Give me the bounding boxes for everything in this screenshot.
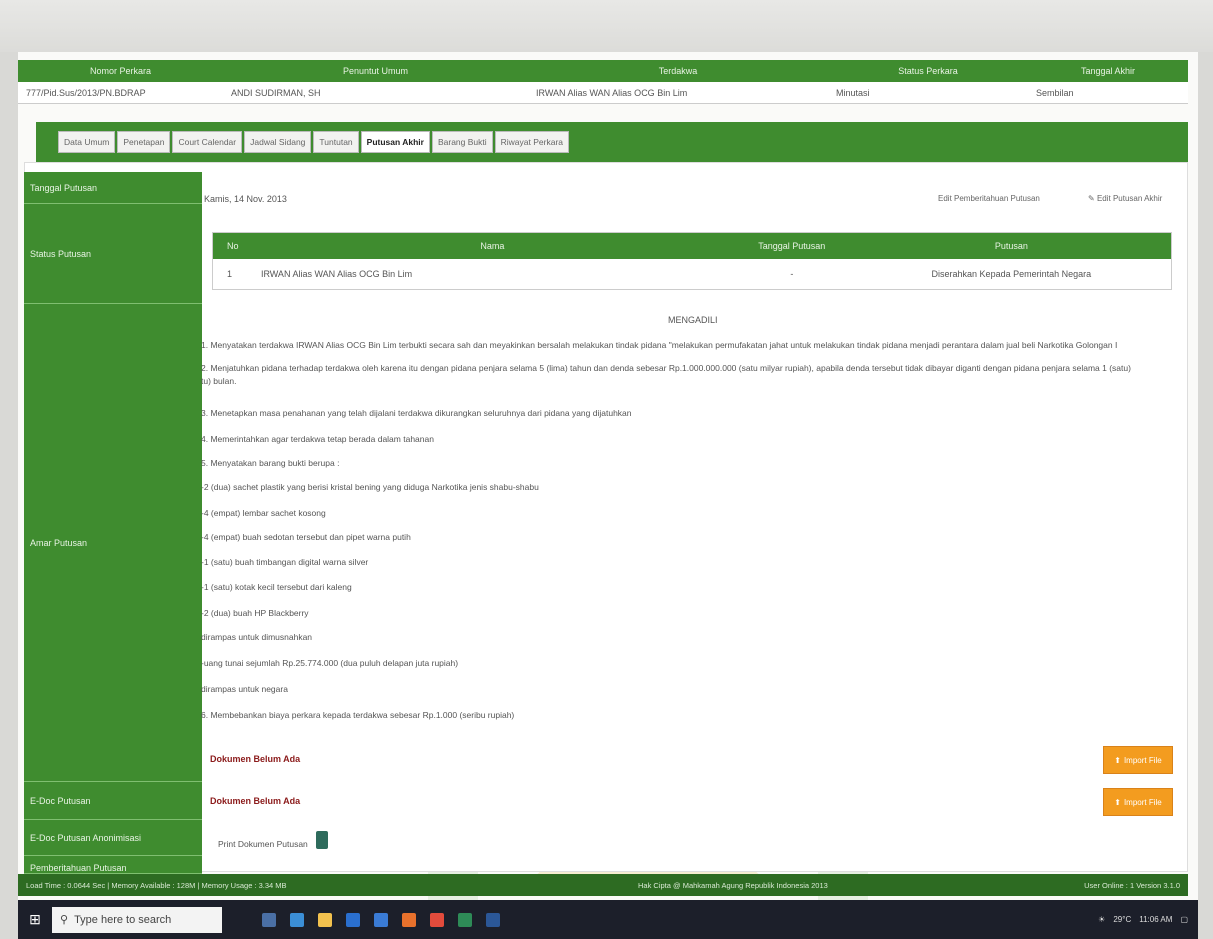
- case-status: Minutasi: [836, 87, 870, 98]
- table-row[interactable]: 1 IRWAN Alias WAN Alias OCG Bin Lim - Di…: [213, 259, 1171, 289]
- footer-version: User Online : 1 Version 3.1.0: [1084, 880, 1180, 890]
- tab-tuntutan[interactable]: Tuntutan: [313, 131, 359, 153]
- amar-line: -2 (dua) sachet plastik yang berisi kris…: [201, 482, 539, 492]
- import-file-button-2[interactable]: ⬆ Import File: [1103, 788, 1173, 816]
- putusan-party-table: No Nama Tanggal Putusan Putusan 1 IRWAN …: [212, 232, 1172, 290]
- prosecutor: ANDI SUDIRMAN, SH: [231, 87, 321, 98]
- label-amar-putusan: Amar Putusan: [24, 304, 202, 782]
- tab-court-calendar[interactable]: Court Calendar: [172, 131, 243, 153]
- tab-penetapan[interactable]: Penetapan: [117, 131, 171, 153]
- tab-jadwal-sidang[interactable]: Jadwal Sidang: [244, 131, 312, 153]
- tab-riwayat-perkara[interactable]: Riwayat Perkara: [494, 131, 569, 153]
- amar-line: 3. Menetapkan masa penahanan yang telah …: [201, 408, 632, 418]
- col-terdakwa: Terdakwa: [658, 66, 698, 76]
- party-table-header: No Nama Tanggal Putusan Putusan: [213, 233, 1171, 259]
- edit-notice-link[interactable]: Edit Pemberitahuan Putusan: [938, 194, 1040, 203]
- tab-bar: Data Umum Penetapan Court Calendar Jadwa…: [36, 122, 1188, 162]
- col-tanggal-akhir: Tanggal Akhir: [1080, 66, 1136, 76]
- case-table-header: Nomor Perkara Penuntut Umum Terdakwa Sta…: [18, 60, 1188, 82]
- amar-line: -1 (satu) buah timbangan digital warna s…: [201, 557, 369, 567]
- th-putusan: Putusan: [994, 241, 1028, 251]
- case-number: 777/Pid.Sus/2013/PN.BDRAP: [26, 87, 146, 98]
- import-file-label: Import File: [1123, 755, 1162, 765]
- windows-taskbar: ⊞ ⚲ Type here to search ☀ 29°C 11:06 AM …: [18, 900, 1198, 939]
- th-nama: Nama: [480, 241, 505, 251]
- edge-icon[interactable]: [290, 912, 304, 927]
- label-status-putusan: Status Putusan: [24, 204, 202, 304]
- field-label-sidebar: Tanggal Putusan Status Putusan Amar Putu…: [24, 172, 202, 888]
- amar-line: tu) bulan.: [201, 376, 237, 386]
- edit-putusan-label: Edit Putusan Akhir: [1096, 194, 1163, 203]
- search-icon: ⚲: [60, 914, 69, 926]
- tab-putusan-akhir[interactable]: Putusan Akhir: [360, 131, 430, 153]
- footer-copyright: Hak Cipta @ Mahkamah Agung Republik Indo…: [638, 880, 828, 890]
- cell-putusan: Diserahkan Kepada Pemerintah Negara: [931, 269, 1092, 279]
- app-screen: Nomor Perkara Penuntut Umum Terdakwa Sta…: [18, 52, 1198, 939]
- import-file-button-1[interactable]: ⬆ Import File: [1103, 746, 1173, 774]
- tab-data-umum[interactable]: Data Umum: [58, 131, 116, 153]
- word-icon[interactable]: [486, 912, 500, 927]
- amar-line: 5. Menyatakan barang bukti berupa :: [201, 458, 340, 468]
- defendant: IRWAN Alias WAN Alias OCG Bin Lim: [536, 87, 688, 98]
- putusan-date: Kamis, 14 Nov. 2013: [204, 194, 287, 204]
- amar-line: 4. Memerintahkan agar terdakwa tetap ber…: [201, 434, 434, 444]
- edit-icon: ✎: [1088, 194, 1095, 203]
- th-no: No: [227, 241, 239, 251]
- task-view-icon[interactable]: [262, 912, 276, 927]
- cell-tanggal: -: [790, 269, 794, 279]
- col-penuntut-umum: Penuntut Umum: [342, 66, 409, 76]
- amar-line: -4 (empat) lembar sachet kosong: [201, 508, 326, 518]
- label-edoc-putusan: E-Doc Putusan: [24, 782, 202, 820]
- amar-line: -1 (satu) kotak kecil tersebut dari kale…: [201, 582, 352, 592]
- system-tray: ☀ 29°C 11:06 AM ▢: [1098, 900, 1188, 939]
- store-icon[interactable]: [346, 912, 360, 927]
- upload-icon: ⬆: [1114, 797, 1121, 807]
- cell-no: 1: [227, 269, 233, 279]
- amar-line: 2. Menjatuhkan pidana terhadap terdakwa …: [201, 363, 1131, 373]
- chrome-icon[interactable]: [430, 912, 444, 927]
- import-file-label: Import File: [1123, 797, 1162, 807]
- clock[interactable]: 11:06 AM: [1139, 915, 1172, 924]
- amar-line: dirampas untuk negara: [201, 684, 288, 694]
- edit-putusan-link[interactable]: ✎ Edit Putusan Akhir: [1088, 194, 1162, 203]
- app-footer: Load Time : 0.0644 Sec | Memory Availabl…: [18, 874, 1188, 896]
- col-nomor-perkara: Nomor Perkara: [89, 66, 152, 76]
- word-doc-icon[interactable]: [316, 831, 328, 849]
- file-explorer-icon[interactable]: [318, 912, 332, 927]
- amar-title: MENGADILI: [668, 315, 718, 325]
- tab-barang-bukti[interactable]: Barang Bukti: [431, 131, 493, 153]
- excel-icon[interactable]: [458, 912, 472, 927]
- col-status-perkara: Status Perkara: [898, 66, 958, 76]
- th-tanggal: Tanggal Putusan: [758, 241, 826, 251]
- case-table-row[interactable]: 777/Pid.Sus/2013/PN.BDRAP ANDI SUDIRMAN,…: [18, 82, 1188, 104]
- label-edoc-anonimisasi: E-Doc Putusan Anonimisasi: [24, 820, 202, 856]
- search-placeholder: Type here to search: [74, 913, 172, 926]
- amar-line: -4 (empat) buah sedotan tersebut dan pip…: [201, 532, 411, 542]
- amar-line: dirampas untuk dimusnahkan: [201, 632, 313, 642]
- windows-start-icon[interactable]: ⊞: [18, 900, 52, 939]
- notification-icon[interactable]: ▢: [1180, 915, 1188, 924]
- label-pemberitahuan: Pemberitahuan Putusan: [24, 862, 202, 874]
- taskbar-app-icons: [262, 912, 500, 927]
- weather-icon: ☀: [1098, 915, 1106, 924]
- taskbar-search[interactable]: ⚲ Type here to search: [52, 906, 222, 933]
- footer-load-info: Load Time : 0.0644 Sec | Memory Availabl…: [26, 880, 287, 890]
- edoc-anon-status: Dokumen Belum Ada: [210, 796, 301, 806]
- amar-line: 1. Menyatakan terdakwa IRWAN Alias OCG B…: [201, 340, 1118, 350]
- amar-line: -uang tunai sejumlah Rp.25.774.000 (dua …: [201, 658, 459, 668]
- amar-line: -2 (dua) buah HP Blackberry: [201, 608, 309, 618]
- label-tanggal-putusan: Tanggal Putusan: [24, 172, 202, 204]
- firefox-icon[interactable]: [402, 912, 416, 927]
- upload-icon: ⬆: [1114, 755, 1121, 765]
- print-document-label: Print Dokumen Putusan: [218, 839, 308, 849]
- weather-temp: 29°C: [1113, 915, 1132, 924]
- final-date: Sembilan: [1036, 87, 1074, 98]
- monitor-bezel: [0, 0, 1213, 52]
- cell-nama: IRWAN Alias WAN Alias OCG Bin Lim: [260, 269, 413, 279]
- mail-icon[interactable]: [374, 912, 388, 927]
- edoc-status: Dokumen Belum Ada: [210, 754, 301, 764]
- amar-line: 6. Membebankan biaya perkara kepada terd…: [201, 710, 515, 720]
